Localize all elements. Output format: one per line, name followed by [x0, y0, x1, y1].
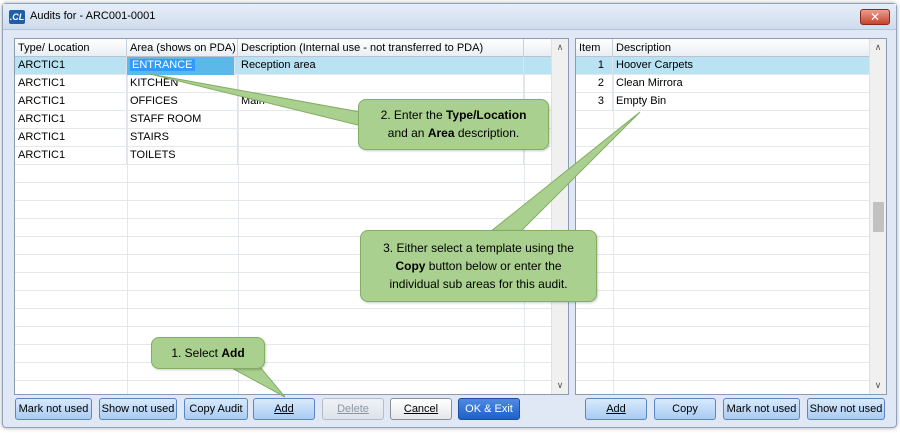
callout-enter-type-location: 2. Enter the Type/Location and an Area d…: [358, 99, 549, 150]
callout-2-line1: 2. Enter the: [380, 108, 446, 122]
callout-2-line2-suffix: description.: [454, 126, 520, 140]
callout-copy-template: 3. Either select a template using the Co…: [360, 230, 597, 302]
callout-select-add: 1. Select Add: [151, 337, 265, 369]
callout-2-line2: and an: [387, 126, 428, 140]
callout-1-text: 1. Select: [171, 346, 222, 360]
callout-pointers: [149, 73, 641, 398]
callout-2-line1-bold: Type/Location: [445, 108, 527, 122]
callout-3-line2: button below or enter the: [425, 259, 562, 273]
callout-2-line2-bold: Area: [427, 126, 455, 140]
callout-3-line1: 3. Either select a template using the: [383, 241, 574, 255]
callout-3-line2-bold: Copy: [395, 259, 426, 273]
callout-1-bold: Add: [221, 346, 245, 360]
callout-3-line3: individual sub areas for this audit.: [389, 277, 568, 291]
